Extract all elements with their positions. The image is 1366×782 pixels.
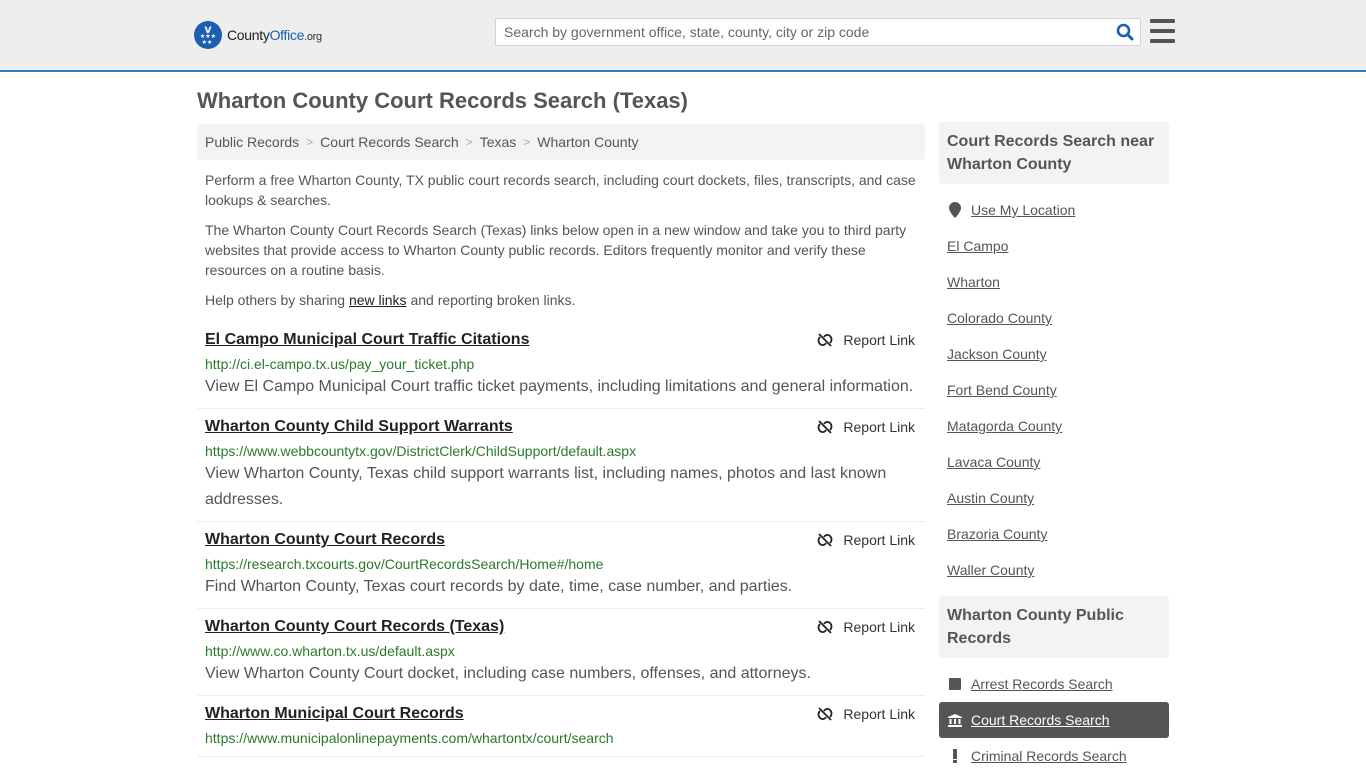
search-input[interactable] <box>496 19 1110 45</box>
menu-bar <box>1150 39 1175 43</box>
map-pin-icon <box>947 202 963 218</box>
result-item: Wharton County Court Records (Texas) Rep… <box>197 609 925 696</box>
public-records-list: Arrest Records Search Court Records Sear… <box>939 658 1169 782</box>
public-records-item-arrest[interactable]: Arrest Records Search <box>939 666 1169 702</box>
broken-link-icon <box>818 333 833 347</box>
result-item: Wharton Municipal Court Records Report L… <box>197 696 925 757</box>
result-description: View Wharton County Court docket, includ… <box>205 665 811 682</box>
nearby-item[interactable]: Jackson County <box>939 336 1169 372</box>
report-link-button[interactable]: Report Link <box>817 332 915 348</box>
breadcrumb-separator: > <box>465 135 473 149</box>
intro-paragraph-1: Perform a free Wharton County, TX public… <box>205 172 916 208</box>
search-button[interactable] <box>1110 19 1140 45</box>
nearby-item[interactable]: El Campo <box>939 228 1169 264</box>
broken-link-icon <box>818 420 833 434</box>
nearby-item[interactable]: Lavaca County <box>939 444 1169 480</box>
public-records-item-court[interactable]: Court Records Search <box>939 702 1169 738</box>
top-header: 𝗩 ★★★ ★★ CountyOffice.org <box>0 0 1366 72</box>
nearby-link[interactable]: Brazoria County <box>947 526 1047 542</box>
nearby-link[interactable]: Austin County <box>947 490 1034 506</box>
nearby-link[interactable]: Jackson County <box>947 346 1047 362</box>
breadcrumb-court-records-search[interactable]: Court Records Search <box>320 134 459 150</box>
nearby-link[interactable]: El Campo <box>947 238 1008 254</box>
menu-bar <box>1150 19 1175 23</box>
result-item: El Campo Municipal Court Traffic Citatio… <box>197 322 925 409</box>
broken-link-icon <box>818 620 833 634</box>
result-title-link[interactable]: Wharton County Child Support Warrants <box>205 417 513 437</box>
menu-bar <box>1150 29 1175 33</box>
nearby-link[interactable]: Colorado County <box>947 310 1052 326</box>
court-records-link[interactable]: Court Records Search <box>971 712 1110 728</box>
result-item: Wharton County Child Support Warrants Re… <box>197 409 925 522</box>
nearby-item[interactable]: Brazoria County <box>939 516 1169 552</box>
result-title-link[interactable]: El Campo Municipal Court Traffic Citatio… <box>205 330 529 350</box>
nearby-link[interactable]: Fort Bend County <box>947 382 1057 398</box>
breadcrumb-wharton-county[interactable]: Wharton County <box>537 134 638 150</box>
nearby-list: Use My Location El Campo Wharton Colorad… <box>939 184 1169 596</box>
report-link-button[interactable]: Report Link <box>817 706 915 722</box>
result-url[interactable]: https://research.txcourts.gov/CourtRecor… <box>205 554 917 574</box>
use-my-location-link[interactable]: Use My Location <box>971 202 1075 218</box>
breadcrumb-texas[interactable]: Texas <box>480 134 517 150</box>
page-title: Wharton County Court Records Search (Tex… <box>197 88 688 113</box>
nearby-link[interactable]: Wharton <box>947 274 1000 290</box>
logo-emblem-icon: 𝗩 ★★★ ★★ <box>194 21 222 49</box>
public-records-heading: Wharton County Public Records <box>939 596 1169 658</box>
results-list: El Campo Municipal Court Traffic Citatio… <box>197 322 925 757</box>
sidebar: Court Records Search near Wharton County… <box>939 122 1169 782</box>
report-link-button[interactable]: Report Link <box>817 532 915 548</box>
nearby-item[interactable]: Waller County <box>939 552 1169 588</box>
report-link-button[interactable]: Report Link <box>817 619 915 635</box>
intro-paragraph-3: Help others by sharing new links and rep… <box>205 292 576 308</box>
intro-text: Perform a free Wharton County, TX public… <box>205 170 921 320</box>
nearby-link[interactable]: Matagorda County <box>947 418 1062 434</box>
public-records-item-criminal[interactable]: Criminal Records Search <box>939 738 1169 774</box>
breadcrumb: Public Records > Court Records Search > … <box>197 124 925 160</box>
nearby-link[interactable]: Lavaca County <box>947 454 1040 470</box>
square-icon <box>947 678 963 690</box>
result-url[interactable]: https://www.municipalonlinepayments.com/… <box>205 728 917 748</box>
breadcrumb-public-records[interactable]: Public Records <box>205 134 299 150</box>
criminal-records-link[interactable]: Criminal Records Search <box>971 748 1127 764</box>
result-title-link[interactable]: Wharton County Court Records <box>205 530 445 550</box>
intro-paragraph-2: The Wharton County Court Records Search … <box>205 222 907 278</box>
site-logo[interactable]: 𝗩 ★★★ ★★ CountyOffice.org <box>194 21 322 49</box>
result-url[interactable]: http://ci.el-campo.tx.us/pay_your_ticket… <box>205 354 917 374</box>
result-item: Wharton County Court Records Report Link… <box>197 522 925 609</box>
use-my-location-item[interactable]: Use My Location <box>939 192 1169 228</box>
nearby-link[interactable]: Waller County <box>947 562 1034 578</box>
logo-text: CountyOffice.org <box>227 27 322 43</box>
nearby-item[interactable]: Austin County <box>939 480 1169 516</box>
search-bar <box>495 18 1141 46</box>
breadcrumb-separator: > <box>523 135 531 149</box>
result-description: View El Campo Municipal Court traffic ti… <box>205 378 914 395</box>
result-title-link[interactable]: Wharton Municipal Court Records <box>205 704 464 724</box>
result-url[interactable]: http://www.co.wharton.tx.us/default.aspx <box>205 641 917 661</box>
nearby-item[interactable]: Colorado County <box>939 300 1169 336</box>
result-url[interactable]: https://www.webbcountytx.gov/DistrictCle… <box>205 441 917 461</box>
result-description: Find Wharton County, Texas court records… <box>205 578 793 595</box>
breadcrumb-separator: > <box>306 135 314 149</box>
search-icon <box>1116 23 1134 41</box>
hamburger-menu-button[interactable] <box>1150 19 1175 43</box>
new-links-link[interactable]: new links <box>349 292 407 308</box>
broken-link-icon <box>818 707 833 721</box>
courthouse-icon <box>947 713 963 727</box>
result-description: View Wharton County, Texas child support… <box>205 465 887 508</box>
report-link-button[interactable]: Report Link <box>817 419 915 435</box>
result-title-link[interactable]: Wharton County Court Records (Texas) <box>205 617 504 637</box>
arrest-records-link[interactable]: Arrest Records Search <box>971 676 1113 692</box>
nearby-item[interactable]: Wharton <box>939 264 1169 300</box>
nearby-item[interactable]: Fort Bend County <box>939 372 1169 408</box>
broken-link-icon <box>818 533 833 547</box>
exclamation-icon <box>947 749 963 763</box>
nearby-heading: Court Records Search near Wharton County <box>939 122 1169 184</box>
nearby-item[interactable]: Matagorda County <box>939 408 1169 444</box>
